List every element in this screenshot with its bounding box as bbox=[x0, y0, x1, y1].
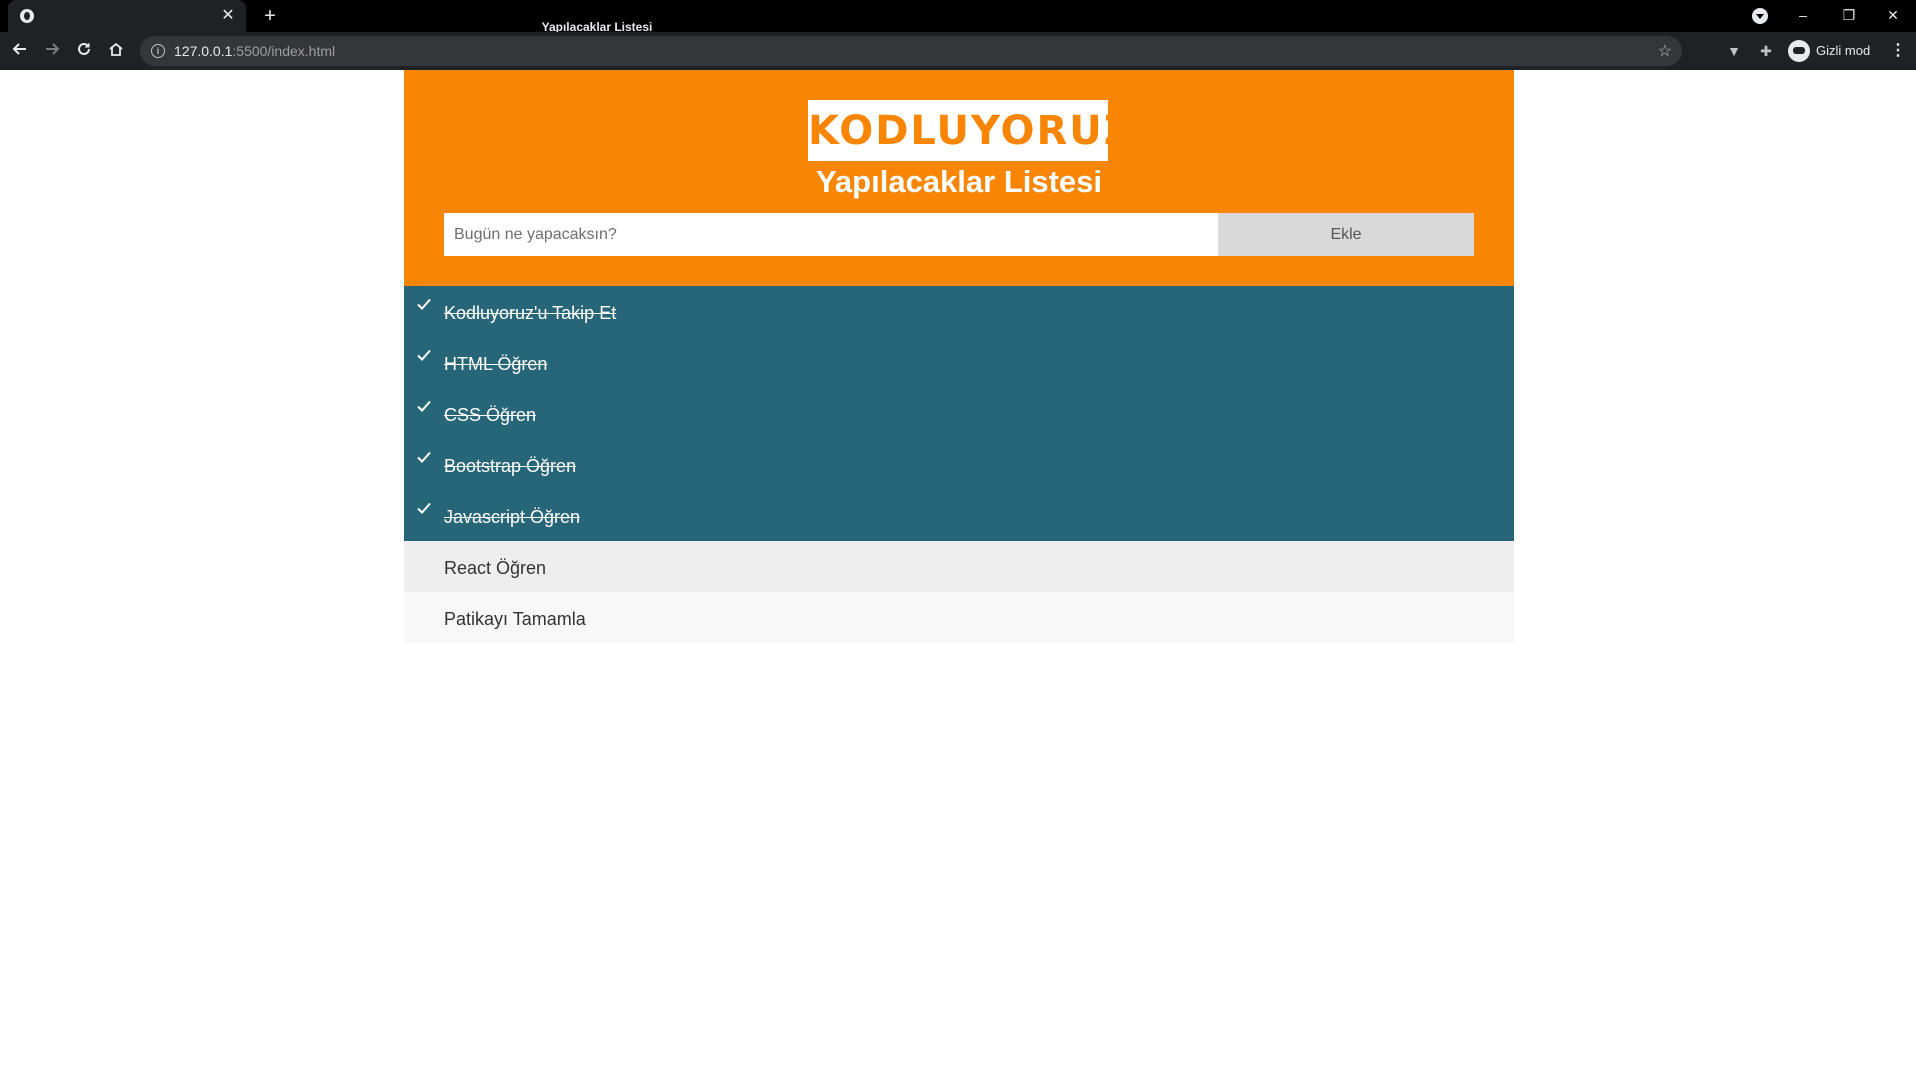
list-item[interactable]: Kodluyoruz'u Takip Et bbox=[404, 286, 1514, 337]
list-item[interactable]: Bootstrap Öğren bbox=[404, 439, 1514, 490]
close-icon[interactable]: ✕ bbox=[218, 6, 238, 26]
list-item-text: React Öğren bbox=[444, 558, 547, 578]
checkmark-icon bbox=[416, 500, 432, 516]
tab-strip: Yapılacaklar Listesi ✕ + – ❐ ✕ bbox=[0, 0, 1916, 34]
checkmark-icon bbox=[416, 398, 432, 414]
logo-text: KODLUYORUZ bbox=[808, 108, 1135, 154]
star-icon[interactable]: ☆ bbox=[1658, 41, 1672, 61]
more-menu-icon[interactable]: ⋮ bbox=[1890, 41, 1906, 61]
add-button[interactable]: Ekle bbox=[1218, 213, 1474, 256]
checkmark-icon bbox=[416, 347, 432, 363]
list-item[interactable]: Javascript Öğren bbox=[404, 490, 1514, 541]
new-tab-button[interactable]: + bbox=[258, 4, 282, 28]
minimize-button[interactable]: – bbox=[1780, 0, 1826, 32]
list-item-text: Patikayı Tamamla bbox=[444, 609, 586, 629]
info-icon[interactable]: i bbox=[151, 44, 165, 58]
extensions-puzzle-icon[interactable]: ✚ bbox=[1756, 41, 1776, 61]
restore-button[interactable]: ❐ bbox=[1826, 0, 1872, 32]
reload-icon[interactable] bbox=[72, 39, 96, 63]
todo-list: Kodluyoruz'u Takip Et HTML Öğren CSS Öğren… bbox=[404, 286, 1514, 643]
kodluyoruz-logo: KODLUYORUZ bbox=[808, 100, 1135, 161]
task-input[interactable] bbox=[444, 213, 1218, 256]
url-text[interactable]: 127.0.0.1:5500/index.html bbox=[174, 43, 335, 59]
list-item-text: Bootstrap Öğren bbox=[444, 456, 577, 476]
incognito-label: Gizli mod bbox=[1816, 43, 1871, 58]
list-item-text: CSS Öğren bbox=[444, 405, 537, 425]
checkmark-icon bbox=[416, 449, 432, 465]
incognito-icon bbox=[1788, 40, 1810, 62]
forward-arrow-icon[interactable] bbox=[40, 39, 64, 63]
browser-toolbar: i 127.0.0.1:5500/index.html ☆ ▼ ✚ bbox=[0, 32, 1916, 70]
list-item-text: Kodluyoruz'u Takip Et bbox=[444, 303, 617, 323]
list-item-text: Javascript Öğren bbox=[444, 507, 581, 527]
globe-icon bbox=[20, 9, 34, 23]
app-header: KODLUYORUZ Yapılacaklar Listesi Ekle bbox=[404, 70, 1514, 286]
home-icon[interactable] bbox=[104, 39, 128, 63]
list-item[interactable]: React Öğren bbox=[404, 541, 1514, 592]
address-bar[interactable]: i 127.0.0.1:5500/index.html ☆ bbox=[140, 36, 1682, 66]
back-arrow-icon[interactable] bbox=[8, 39, 32, 63]
tab-search-icon[interactable] bbox=[1752, 8, 1768, 24]
checkmark-icon bbox=[416, 296, 432, 312]
page-title: Yapılacaklar Listesi bbox=[815, 164, 1103, 199]
list-item[interactable]: CSS Öğren bbox=[404, 388, 1514, 439]
incognito-badge[interactable]: Gizli mod bbox=[1786, 38, 1896, 64]
list-item[interactable]: Patikayı Tamamla bbox=[404, 592, 1514, 643]
todo-app: KODLUYORUZ Yapılacaklar Listesi Ekle Kod… bbox=[404, 70, 1514, 643]
close-window-button[interactable]: ✕ bbox=[1870, 0, 1916, 32]
list-item[interactable]: HTML Öğren bbox=[404, 337, 1514, 388]
list-item-text: HTML Öğren bbox=[444, 354, 548, 374]
vpn-extension-icon[interactable]: ▼ bbox=[1724, 41, 1744, 61]
browser-tab[interactable]: Yapılacaklar Listesi ✕ bbox=[8, 0, 652, 34]
